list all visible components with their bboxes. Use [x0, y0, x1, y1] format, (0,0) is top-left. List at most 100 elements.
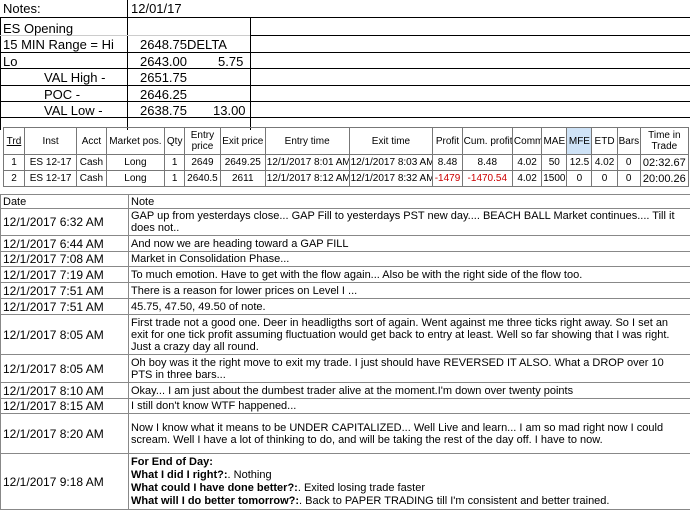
cell: Long	[105, 154, 166, 171]
poc-value[interactable]: 2646.25	[140, 87, 187, 102]
notes-header	[0, 0, 690, 18]
journal-row[interactable]: 12/1/2017 8:10 AM Okay... I am just abou…	[0, 382, 690, 399]
cell: 12/1/2017 8:03 AM	[348, 154, 434, 171]
val-diff-value[interactable]: 13.00	[213, 103, 246, 118]
cell: 4.02	[511, 154, 543, 171]
journal-note[interactable]: I still don't know WTF happened...	[128, 398, 690, 414]
cell: 0	[591, 170, 618, 187]
journal-row[interactable]: 12/1/2017 7:19 AM To much emotion. Have …	[0, 266, 690, 283]
journal-note[interactable]: Okay... I am just about the dumbest trad…	[128, 382, 690, 399]
cell: Cash	[76, 154, 107, 171]
journal-row[interactable]: 12/1/2017 8:15 AM I still don't know WTF…	[0, 398, 690, 414]
col-exit-time[interactable]: Exit time	[348, 127, 434, 155]
col-entry-time[interactable]: Entry time	[264, 127, 350, 155]
row-line	[0, 68, 690, 69]
poc-label: POC -	[44, 87, 81, 102]
review-line-1: What I did I right?:. Nothing	[131, 468, 272, 481]
cell: ES 12-17	[23, 154, 78, 171]
notes-date[interactable]: 12/01/17	[131, 1, 182, 16]
levels-title: ES Opening	[3, 21, 74, 36]
col-mae[interactable]: MAE	[541, 127, 568, 155]
cell: 0	[566, 170, 593, 187]
cell: Long	[105, 170, 166, 187]
journal-date: 12/1/2017 9:18 AM	[0, 453, 129, 510]
cell: -1470.54	[461, 170, 513, 187]
col-cum-profit[interactable]: Cum. profit	[461, 127, 513, 155]
col-profit[interactable]: Profit	[432, 127, 463, 155]
row-line	[0, 117, 690, 118]
journal-date: 12/1/2017 7:08 AM	[0, 251, 129, 267]
trades-table: Trd Inst Acct Market pos. Qty Entry pric…	[3, 127, 690, 187]
journal-date: 12/1/2017 8:15 AM	[0, 398, 129, 414]
col-time-in-trade[interactable]: Time in Trade	[639, 127, 690, 155]
journal-row[interactable]: 12/1/2017 8:05 AM Oh boy was it the righ…	[0, 354, 690, 383]
journal-date: 12/1/2017 7:51 AM	[0, 298, 129, 315]
journal-note[interactable]: 45.75, 47.50, 49.50 of note.	[128, 298, 690, 315]
cell: 0	[616, 154, 641, 171]
journal-note[interactable]: For End of Day: What I did I right?:. No…	[128, 453, 690, 510]
journal-date: 12/1/2017 7:19 AM	[0, 266, 129, 283]
journal-note[interactable]: GAP up from yesterdays close... GAP Fill…	[128, 208, 690, 236]
range-hi[interactable]: 2648.75	[140, 37, 187, 52]
cell: 0	[616, 170, 641, 187]
journal-header-row: Date Note	[0, 194, 690, 209]
cell: 02:32.67	[639, 154, 690, 171]
journal-row[interactable]: 12/1/2017 8:05 AM First trade not a good…	[0, 314, 690, 355]
journal-row[interactable]: 12/1/2017 7:51 AM 45.75, 47.50, 49.50 of…	[0, 298, 690, 315]
journal-row[interactable]: 12/1/2017 8:20 AM Now I know what it mea…	[0, 413, 690, 454]
cell: 12/1/2017 8:32 AM	[348, 170, 434, 187]
cell: 2649	[184, 154, 221, 171]
col-exit-price[interactable]: Exit price	[219, 127, 266, 155]
cell: 2	[3, 170, 25, 187]
col-comm[interactable]: Comm	[511, 127, 543, 155]
table-row[interactable]: 1 ES 12-17 Cash Long 1 2649 2649.25 12/1…	[3, 154, 690, 171]
journal-table: Date Note 12/1/2017 6:32 AM GAP up from …	[0, 194, 690, 510]
col-bars[interactable]: Bars	[616, 127, 641, 155]
col-market-pos[interactable]: Market pos.	[105, 127, 166, 155]
journal-date: 12/1/2017 8:20 AM	[0, 413, 129, 454]
delta-label: DELTA	[187, 37, 227, 52]
journal-date: 12/1/2017 6:32 AM	[0, 208, 129, 236]
col-inst[interactable]: Inst	[23, 127, 78, 155]
delta-value[interactable]: 5.75	[218, 54, 243, 69]
journal-note[interactable]: Oh boy was it the right move to exit my …	[128, 354, 690, 383]
journal-row[interactable]: 12/1/2017 6:32 AM GAP up from yesterdays…	[0, 208, 690, 236]
col-etd[interactable]: ETD	[591, 127, 618, 155]
col-entry-price[interactable]: Entry price	[184, 127, 221, 155]
journal-date: 12/1/2017 6:44 AM	[0, 235, 129, 252]
cell: ES 12-17	[23, 170, 78, 187]
journal-note[interactable]: First trade not a good one. Deer in head…	[128, 314, 690, 355]
table-row[interactable]: 2 ES 12-17 Cash Long 1 2640.5 2611 12/1/…	[3, 170, 690, 187]
row-line	[250, 35, 690, 36]
cell: -1479	[432, 170, 463, 187]
journal-row[interactable]: 12/1/2017 6:44 AM And now we are heading…	[0, 235, 690, 252]
cell: 1	[164, 154, 186, 171]
journal-row[interactable]: 12/1/2017 7:08 AM Market in Consolidatio…	[0, 251, 690, 267]
journal-note[interactable]: And now we are heading toward a GAP FILL	[128, 235, 690, 252]
journal-note[interactable]: There is a reason for lower prices on Le…	[128, 282, 690, 299]
col-note[interactable]: Note	[128, 194, 690, 209]
col-mfe[interactable]: MFE	[566, 127, 593, 155]
journal-note[interactable]: Market in Consolidation Phase...	[128, 251, 690, 267]
trades-header-row: Trd Inst Acct Market pos. Qty Entry pric…	[3, 127, 690, 155]
journal-date: 12/1/2017 8:05 AM	[0, 354, 129, 383]
journal-row[interactable]: 12/1/2017 7:51 AM There is a reason for …	[0, 282, 690, 299]
journal-note[interactable]: Now I know what it means to be UNDER CAP…	[128, 413, 690, 454]
row-line	[0, 101, 690, 102]
cell: 8.48	[461, 154, 513, 171]
val-low-value[interactable]: 2638.75	[140, 103, 187, 118]
cell: 20:00.26	[639, 170, 690, 187]
cell: 4.02	[511, 170, 543, 187]
range-lo[interactable]: 2643.00	[140, 54, 187, 69]
journal-row[interactable]: 12/1/2017 9:18 AM For End of Day: What I…	[0, 453, 690, 510]
cell: 8.48	[432, 154, 463, 171]
col-trd[interactable]: Trd	[3, 127, 25, 155]
col-qty[interactable]: Qty	[164, 127, 186, 155]
end-of-day-heading: For End of Day:	[131, 455, 213, 468]
col-date[interactable]: Date	[0, 194, 129, 209]
col-acct[interactable]: Acct	[76, 127, 107, 155]
val-high-value[interactable]: 2651.75	[140, 70, 187, 85]
journal-note[interactable]: To much emotion. Have to get with the fl…	[128, 266, 690, 283]
cell: 1	[3, 154, 25, 171]
val-low-label: VAL Low -	[44, 103, 103, 118]
